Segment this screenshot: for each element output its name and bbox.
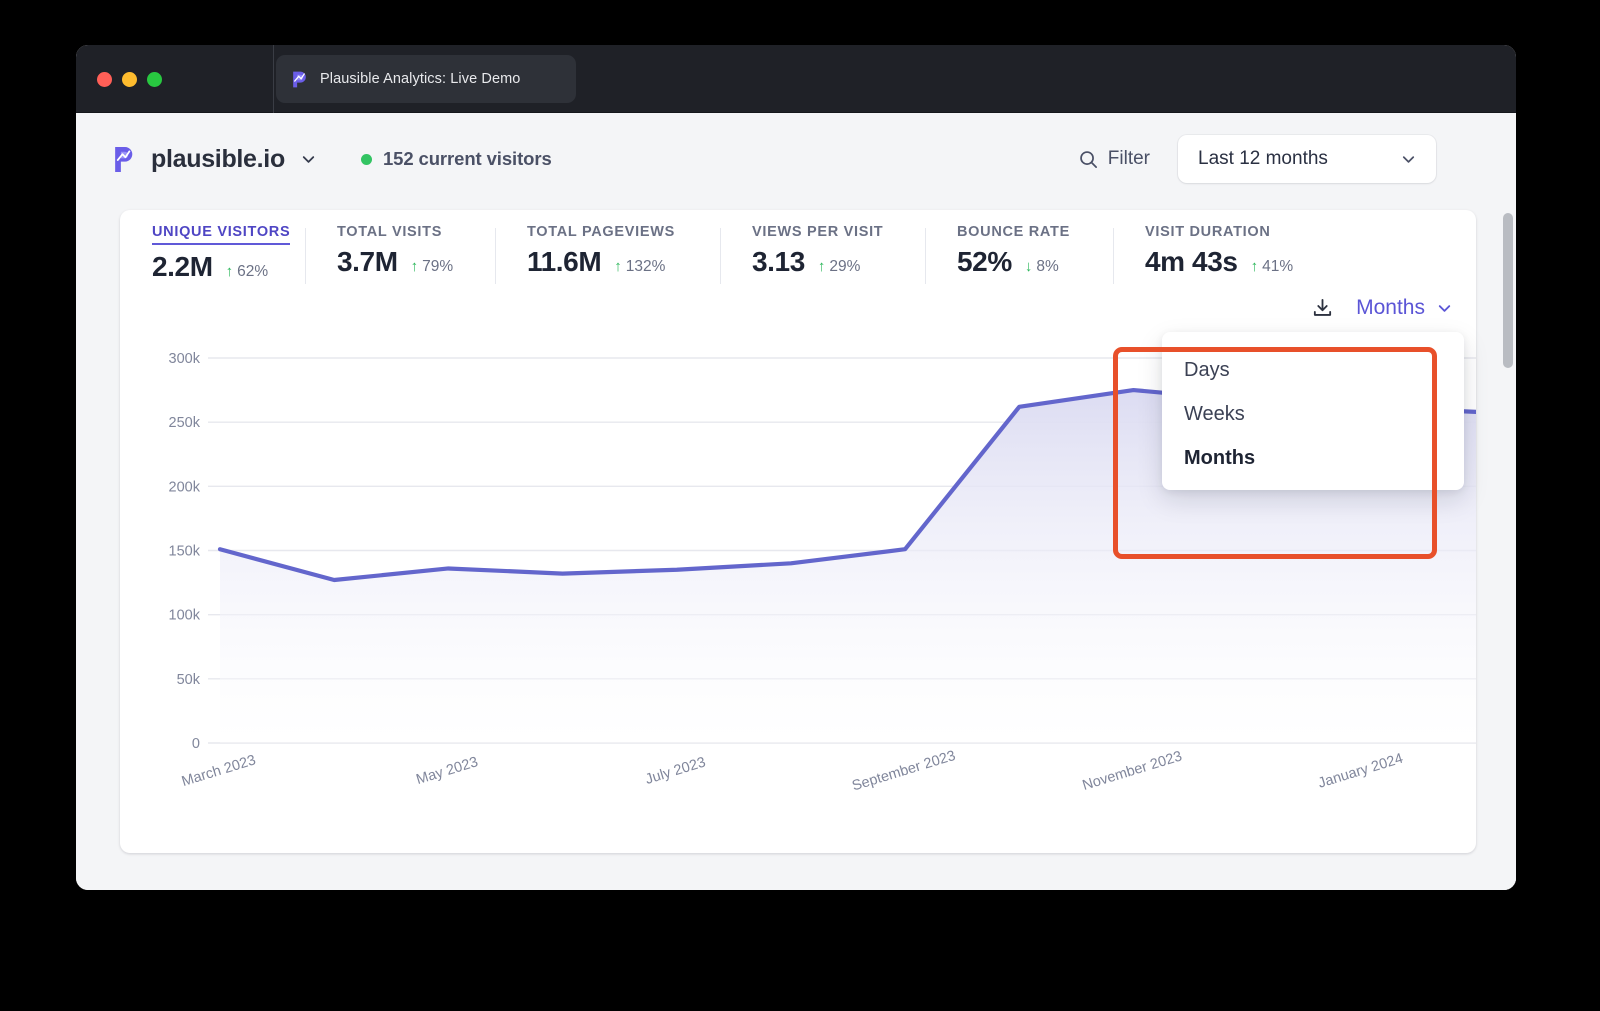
- site-name: plausible.io: [151, 144, 285, 173]
- interval-option-weeks[interactable]: Weeks: [1162, 392, 1464, 436]
- browser-window: Plausible Analytics: Live Demo plausible…: [76, 45, 1516, 890]
- metric-total-visits[interactable]: TOTAL VISITS 3.7M ↑ 79%: [305, 224, 495, 284]
- metric-unique-visitors[interactable]: UNIQUE VISITORS 2.2M ↑ 62%: [120, 224, 305, 283]
- chart-y-tick-label: 0: [192, 736, 200, 752]
- interval-option-months[interactable]: Months: [1162, 436, 1464, 480]
- browser-tab-title: Plausible Analytics: Live Demo: [320, 71, 521, 87]
- plausible-logo-icon: [115, 146, 133, 172]
- dashboard-header: plausible.io 152 current visitors Filter: [76, 113, 1476, 205]
- chart-x-tick-label: November 2023: [1081, 748, 1184, 793]
- arrow-up-icon: ↑: [614, 258, 622, 275]
- metric-row: 3.7M ↑ 79%: [337, 246, 495, 278]
- metric-label: UNIQUE VISITORS: [152, 224, 291, 245]
- page-scrollbar-thumb[interactable]: [1503, 213, 1513, 368]
- filter-button[interactable]: Filter: [1078, 148, 1150, 170]
- maximize-window-button[interactable]: [147, 72, 162, 87]
- plausible-logo-icon: [293, 71, 306, 87]
- metric-change-value: 41%: [1262, 257, 1294, 275]
- metric-change-value: 62%: [237, 262, 269, 280]
- metric-value: 52%: [957, 246, 1012, 277]
- metric-change-value: 132%: [625, 257, 666, 275]
- metrics-row: UNIQUE VISITORS 2.2M ↑ 62% TOTAL VISITS …: [120, 210, 1476, 292]
- download-icon[interactable]: [1311, 297, 1334, 320]
- arrow-up-icon: ↑: [225, 263, 234, 280]
- chart-x-tick-label: September 2023: [850, 748, 957, 795]
- metric-bounce-rate[interactable]: BOUNCE RATE 52% ↓ 8%: [925, 224, 1113, 284]
- metric-row: 4m 43s ↑ 41%: [1145, 246, 1323, 278]
- page-content: plausible.io 152 current visitors Filter: [76, 113, 1516, 890]
- metric-row: 3.13 ↑ 29%: [752, 246, 925, 278]
- site-switcher-chevron-down-icon[interactable]: [299, 150, 318, 169]
- arrow-down-icon: ↓: [1024, 258, 1033, 275]
- chevron-down-icon: [1438, 304, 1451, 312]
- chart-y-tick-label: 300k: [169, 351, 201, 367]
- chart-y-axis-labels: 0 50k 100k 150k 200k 250k 300k: [169, 351, 201, 752]
- arrow-up-icon: ↑: [410, 258, 419, 275]
- chart-y-tick-label: 100k: [169, 608, 201, 624]
- search-icon: [1079, 150, 1097, 168]
- chart-x-tick-label: May 2023: [414, 754, 480, 788]
- metric-total-pageviews[interactable]: TOTAL PAGEVIEWS 11.6M ↑ 132%: [495, 224, 720, 284]
- metric-label: TOTAL VISITS: [337, 224, 443, 240]
- metric-row: 11.6M ↑ 132%: [527, 246, 720, 278]
- chart-y-tick-label: 50k: [177, 672, 201, 688]
- metric-change: ↑ 132%: [614, 258, 665, 276]
- interval-selector-label: Months: [1356, 296, 1425, 319]
- browser-titlebar: Plausible Analytics: Live Demo: [76, 45, 1516, 113]
- chevron-down-icon: [1402, 155, 1415, 163]
- metric-label: BOUNCE RATE: [957, 224, 1070, 240]
- interval-dropdown-menu: Days Weeks Months: [1162, 332, 1464, 490]
- metric-value: 3.7M: [337, 246, 398, 277]
- metric-visit-duration[interactable]: VISIT DURATION 4m 43s ↑ 41%: [1113, 224, 1323, 284]
- analytics-card: UNIQUE VISITORS 2.2M ↑ 62% TOTAL VISITS …: [120, 210, 1476, 853]
- chart-x-axis-labels: March 2023 May 2023 July 2023 September 202…: [180, 748, 1405, 795]
- interval-selector-button[interactable]: Months: [1356, 296, 1454, 320]
- metric-value: 11.6M: [527, 246, 602, 277]
- metric-value: 2.2M: [152, 251, 213, 282]
- site-identity: plausible.io 152 current visitors: [112, 145, 552, 174]
- metric-value: 3.13: [752, 246, 805, 277]
- chart-y-tick-label: 200k: [169, 479, 201, 495]
- metric-change: ↑ 29%: [818, 258, 861, 276]
- metric-change: ↓ 8%: [1025, 258, 1059, 276]
- metric-change: ↑ 79%: [411, 258, 454, 276]
- metric-label: VIEWS PER VISIT: [752, 224, 884, 240]
- arrow-up-icon: ↑: [817, 258, 826, 275]
- minimize-window-button[interactable]: [122, 72, 137, 87]
- chart-x-tick-label: March 2023: [180, 752, 258, 790]
- live-status-dot-icon: [360, 153, 372, 165]
- interval-option-days[interactable]: Days: [1162, 348, 1464, 392]
- tabbar-divider: [273, 45, 274, 113]
- current-visitors-label: 152 current visitors: [382, 148, 552, 169]
- metric-change: ↑ 62%: [226, 263, 269, 281]
- close-window-button[interactable]: [97, 72, 112, 87]
- chart-x-tick-label: July 2023: [644, 754, 708, 787]
- metric-change-value: 8%: [1036, 257, 1059, 275]
- dashboard-header-actions: Filter Last 12 months: [1078, 113, 1436, 205]
- metric-label: VISIT DURATION: [1145, 224, 1271, 240]
- browser-tab[interactable]: Plausible Analytics: Live Demo: [276, 55, 576, 103]
- date-range-label: Last 12 months: [1198, 148, 1328, 169]
- filter-label: Filter: [1107, 148, 1150, 169]
- metric-change-value: 29%: [829, 257, 861, 275]
- metric-value: 4m 43s: [1145, 246, 1238, 277]
- metric-change-value: 79%: [422, 257, 454, 275]
- window-traffic-lights: [97, 72, 162, 87]
- arrow-up-icon: ↑: [1250, 258, 1259, 275]
- chart-y-tick-label: 250k: [169, 415, 201, 431]
- current-visitors[interactable]: 152 current visitors: [360, 148, 552, 170]
- date-range-selector[interactable]: Last 12 months: [1178, 135, 1436, 183]
- chart-x-tick-label: January 2024: [1316, 751, 1405, 792]
- metric-label: TOTAL PAGEVIEWS: [527, 224, 675, 240]
- metric-row: 52% ↓ 8%: [957, 246, 1113, 278]
- metric-row: 2.2M ↑ 62%: [152, 251, 305, 283]
- metric-views-per-visit[interactable]: VIEWS PER VISIT 3.13 ↑ 29%: [720, 224, 925, 284]
- page-scrollbar-track[interactable]: [1500, 181, 1516, 890]
- metric-change: ↑ 41%: [1251, 258, 1294, 276]
- chart-toolbar: Months: [1311, 296, 1454, 320]
- chart-y-tick-label: 150k: [169, 544, 201, 560]
